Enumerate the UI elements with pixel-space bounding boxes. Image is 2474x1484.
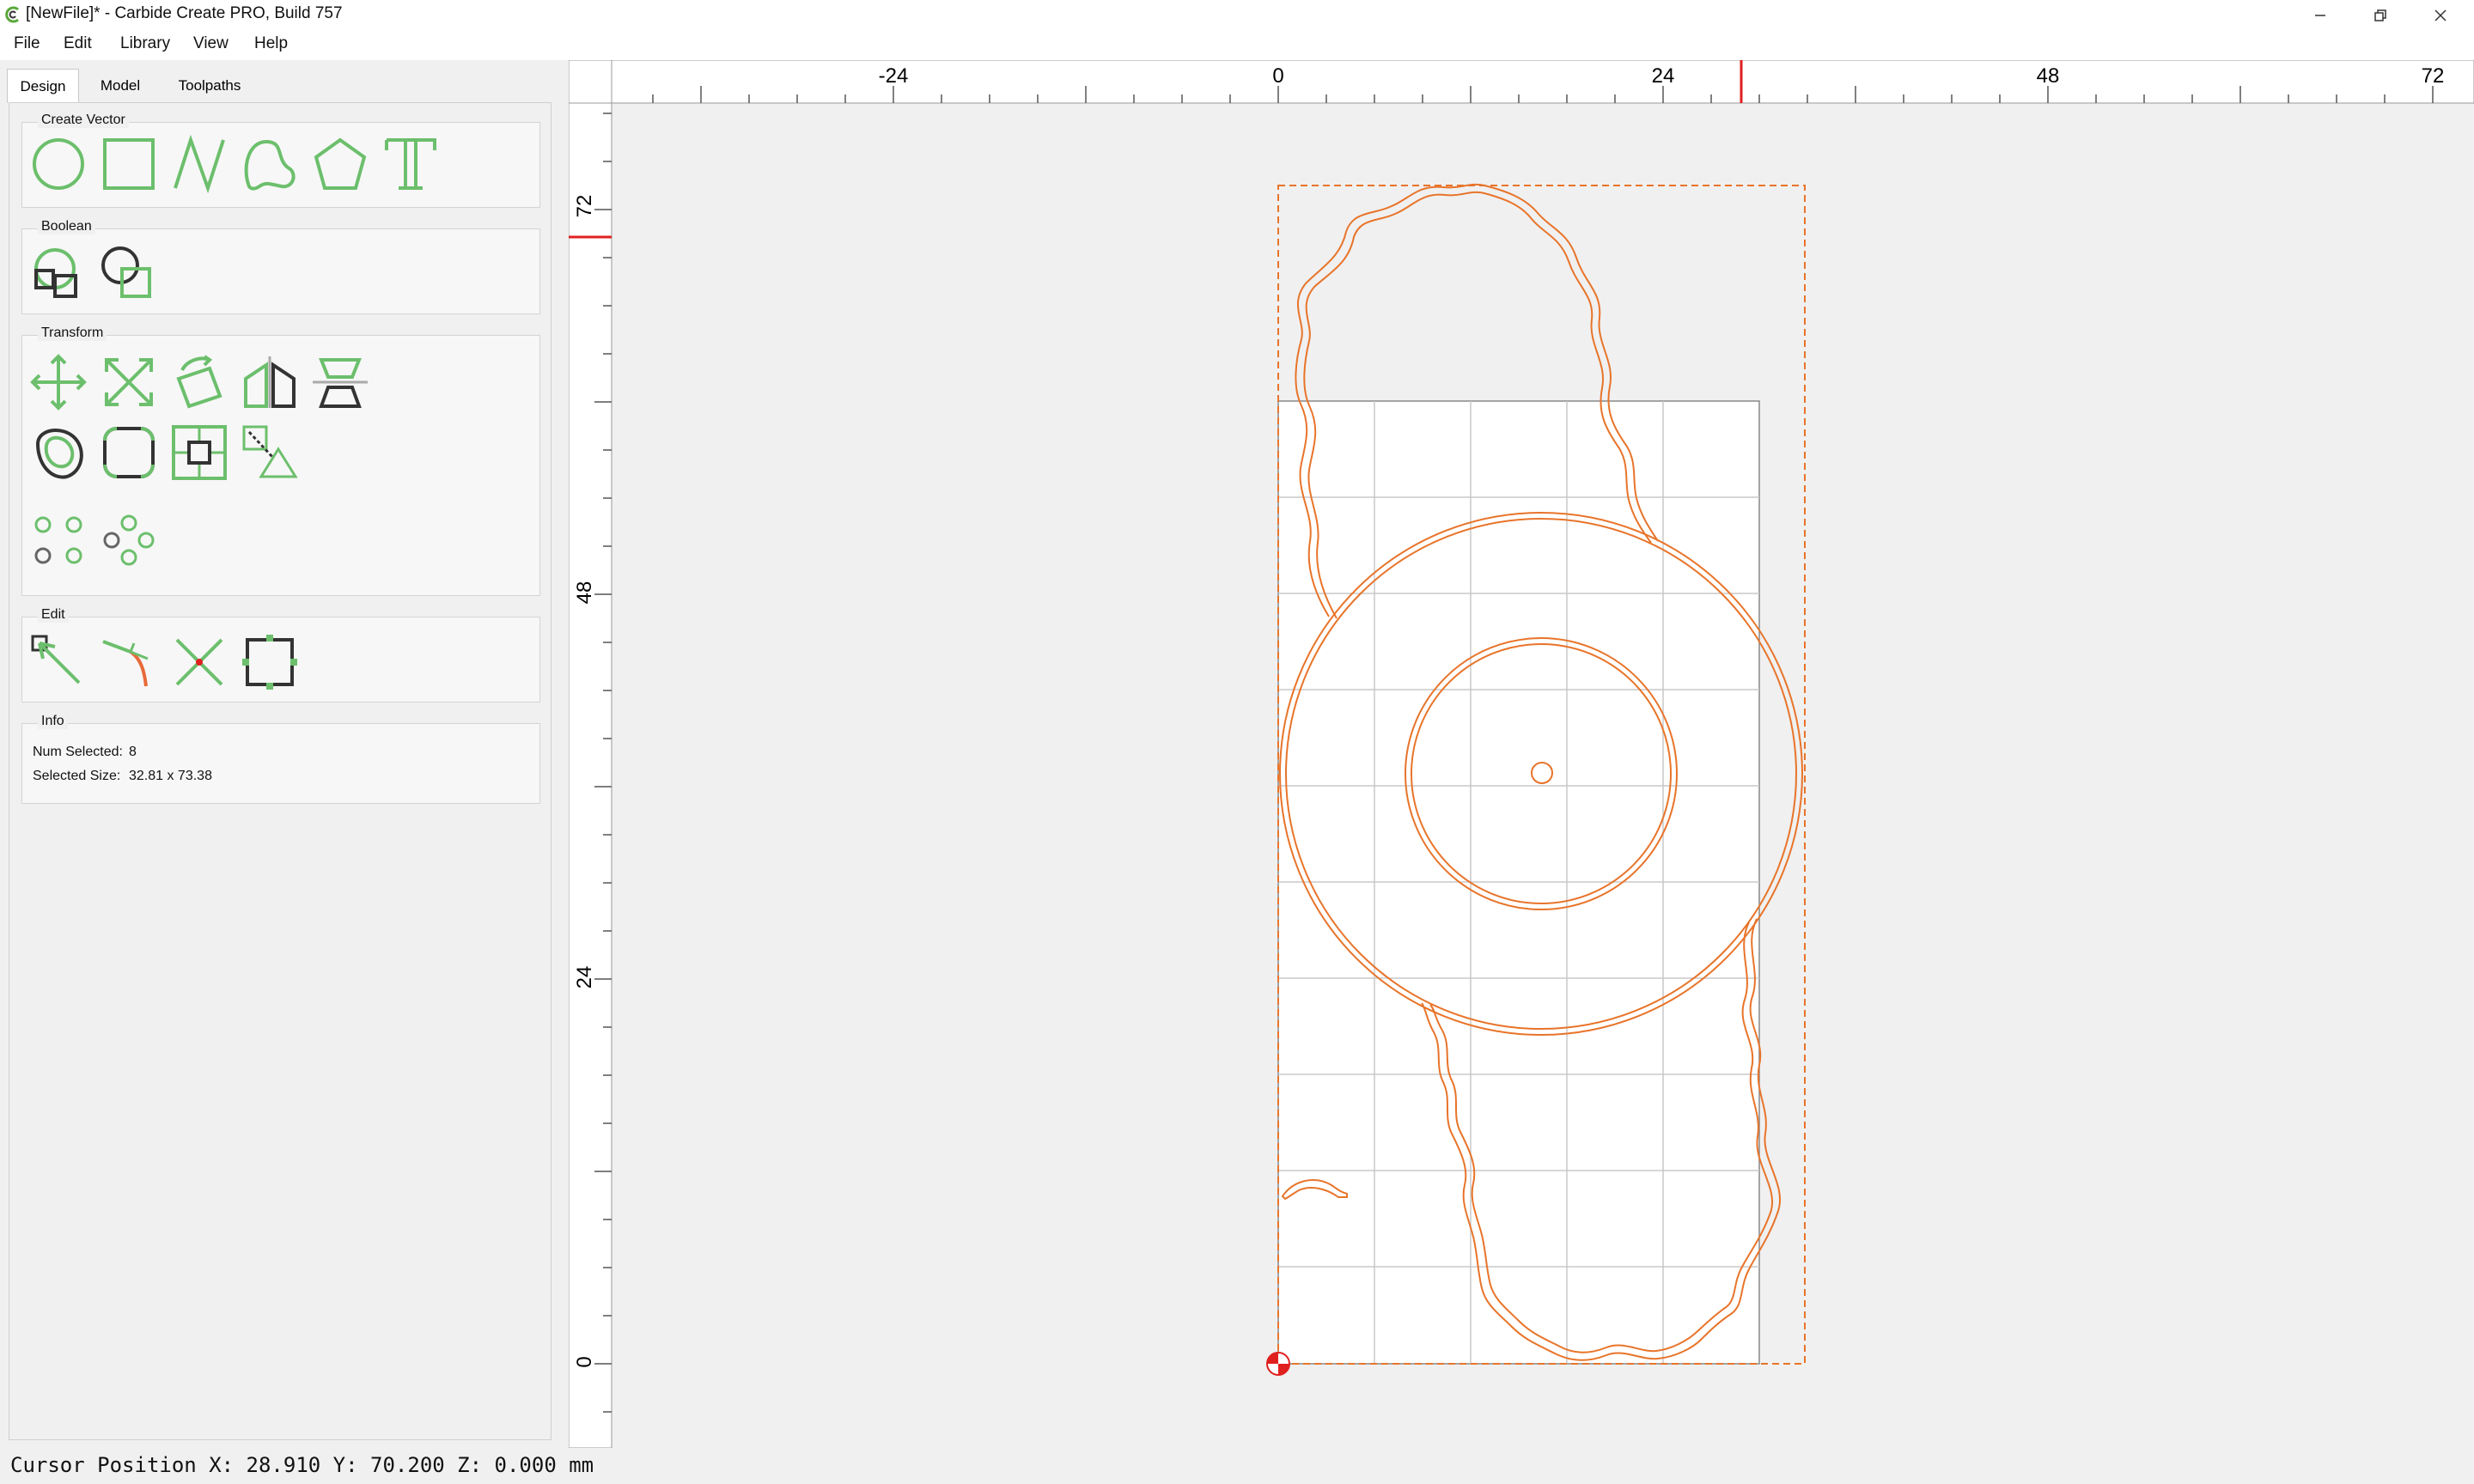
transform-title: Transform xyxy=(38,325,107,341)
hruler-label-24: 24 xyxy=(1652,64,1675,88)
minimize-button[interactable] xyxy=(2290,0,2350,31)
menu-library[interactable]: Library xyxy=(120,34,170,53)
boolean-group: Boolean xyxy=(21,219,540,314)
minimize-icon xyxy=(2315,15,2325,16)
menu-file[interactable]: File xyxy=(14,34,40,53)
mirror-button[interactable] xyxy=(241,353,299,411)
transform-group: Transform xyxy=(21,325,540,596)
menu-edit[interactable]: Edit xyxy=(64,34,92,53)
circle-tool-button[interactable] xyxy=(29,135,88,193)
center-button[interactable] xyxy=(170,423,229,482)
bounding-box-button[interactable] xyxy=(241,633,299,691)
distort-icon xyxy=(242,425,298,478)
center-icon xyxy=(172,425,227,480)
bezier-edit-icon xyxy=(102,640,149,687)
design-tab-content: Create Vector Boolean Transform Edit Inf… xyxy=(9,102,551,1440)
boolean-subtract-button[interactable] xyxy=(100,245,158,303)
num-selected-label: Num Selected: xyxy=(33,745,123,759)
selected-size-label: Selected Size: xyxy=(33,769,121,783)
bezier-edit-button[interactable] xyxy=(100,633,158,691)
boolean-subtract-icon xyxy=(101,246,151,298)
carbide-logo-icon xyxy=(5,6,19,23)
selected-size-value: 32.81 x 73.38 xyxy=(129,769,212,783)
text-tool-button[interactable] xyxy=(381,135,440,193)
array-button[interactable] xyxy=(29,511,88,569)
menu-help[interactable]: Help xyxy=(254,34,288,53)
design-canvas[interactable]: -24 0 24 48 72 72 48 24 0 xyxy=(568,59,2474,1451)
trim-icon xyxy=(175,638,223,686)
edit-group: Edit xyxy=(21,607,540,702)
info-title: Info xyxy=(38,714,68,729)
hruler-label-48: 48 xyxy=(2037,64,2060,88)
num-selected-value: 8 xyxy=(129,745,137,759)
curve-tool-icon xyxy=(244,139,296,191)
distort-button[interactable] xyxy=(241,423,299,482)
vruler-label-24: 24 xyxy=(573,966,596,989)
fillet-icon xyxy=(103,427,155,478)
restore-icon xyxy=(2374,9,2386,21)
menu-view[interactable]: View xyxy=(193,34,229,53)
fillet-button[interactable] xyxy=(100,423,158,482)
restore-button[interactable] xyxy=(2350,0,2410,31)
stock-material xyxy=(1277,400,1760,1365)
vruler-label-72: 72 xyxy=(573,195,596,218)
tab-design[interactable]: Design xyxy=(7,69,79,103)
edit-nodes-icon xyxy=(31,635,81,684)
curve-tool-button[interactable] xyxy=(241,135,299,193)
vruler-label-0: 0 xyxy=(573,1356,596,1367)
scale-icon xyxy=(105,358,153,406)
create-vector-group: Create Vector xyxy=(21,113,540,208)
offset-button[interactable] xyxy=(29,423,88,482)
polyline-tool-button[interactable] xyxy=(170,134,229,194)
trim-button[interactable] xyxy=(170,633,229,691)
circular-array-button[interactable] xyxy=(100,511,158,569)
status-bar: Cursor Position X: 28.910 Y: 70.200 Z: 0… xyxy=(0,1448,2474,1484)
title-bar: [NewFile]* - Carbide Create PRO, Build 7… xyxy=(0,0,2474,31)
window-title: [NewFile]* - Carbide Create PRO, Build 7… xyxy=(26,4,343,22)
canvas-svg[interactable]: -24 0 24 48 72 72 48 24 0 xyxy=(568,59,2474,1451)
move-button[interactable] xyxy=(29,353,88,411)
rectangle-tool-button[interactable] xyxy=(100,135,158,193)
hruler-label-0: 0 xyxy=(1272,64,1283,88)
info-group: Info Num Selected: 8 Selected Size: 32.8… xyxy=(21,714,540,804)
bounding-box-icon xyxy=(242,635,297,690)
close-icon xyxy=(2434,9,2447,21)
boolean-title: Boolean xyxy=(38,219,95,234)
tab-model[interactable]: Model xyxy=(86,69,155,103)
array-icon xyxy=(34,516,82,564)
boolean-union-button[interactable] xyxy=(29,245,88,303)
rotate-button[interactable] xyxy=(170,353,229,411)
polyline-tool-icon xyxy=(174,134,225,194)
edit-title: Edit xyxy=(38,607,69,623)
origin-marker xyxy=(1266,1352,1290,1376)
vruler-label-48: 48 xyxy=(573,581,596,605)
hruler-label-72: 72 xyxy=(2422,64,2445,88)
cursor-position-readout: Cursor Position X: 28.910 Y: 70.200 Z: 0… xyxy=(10,1453,594,1477)
offset-icon xyxy=(35,428,83,479)
menu-bar: File Edit Library View Help xyxy=(0,31,2474,60)
hruler-label-minus24: -24 xyxy=(879,64,909,88)
scale-button[interactable] xyxy=(100,353,158,411)
vertical-ruler xyxy=(568,102,612,1449)
circular-array-icon xyxy=(103,514,155,566)
edit-nodes-button[interactable] xyxy=(29,633,88,691)
align-icon xyxy=(313,358,368,408)
text-tool-icon xyxy=(385,138,436,190)
close-button[interactable] xyxy=(2410,0,2471,31)
tab-toolpaths[interactable]: Toolpaths xyxy=(158,69,261,103)
ruler-corner xyxy=(568,59,612,104)
side-panel: Design Model Toolpaths Create Vector Boo… xyxy=(0,60,567,1441)
align-button[interactable] xyxy=(311,353,369,411)
move-icon xyxy=(30,354,87,411)
polygon-tool-button[interactable] xyxy=(311,135,369,193)
rectangle-tool-icon xyxy=(103,138,155,190)
rotate-icon xyxy=(176,355,222,409)
boolean-union-icon xyxy=(34,248,77,298)
circle-tool-icon xyxy=(33,138,84,190)
polygon-tool-icon xyxy=(314,137,367,190)
create-vector-title: Create Vector xyxy=(38,113,129,128)
mirror-icon xyxy=(244,356,296,408)
